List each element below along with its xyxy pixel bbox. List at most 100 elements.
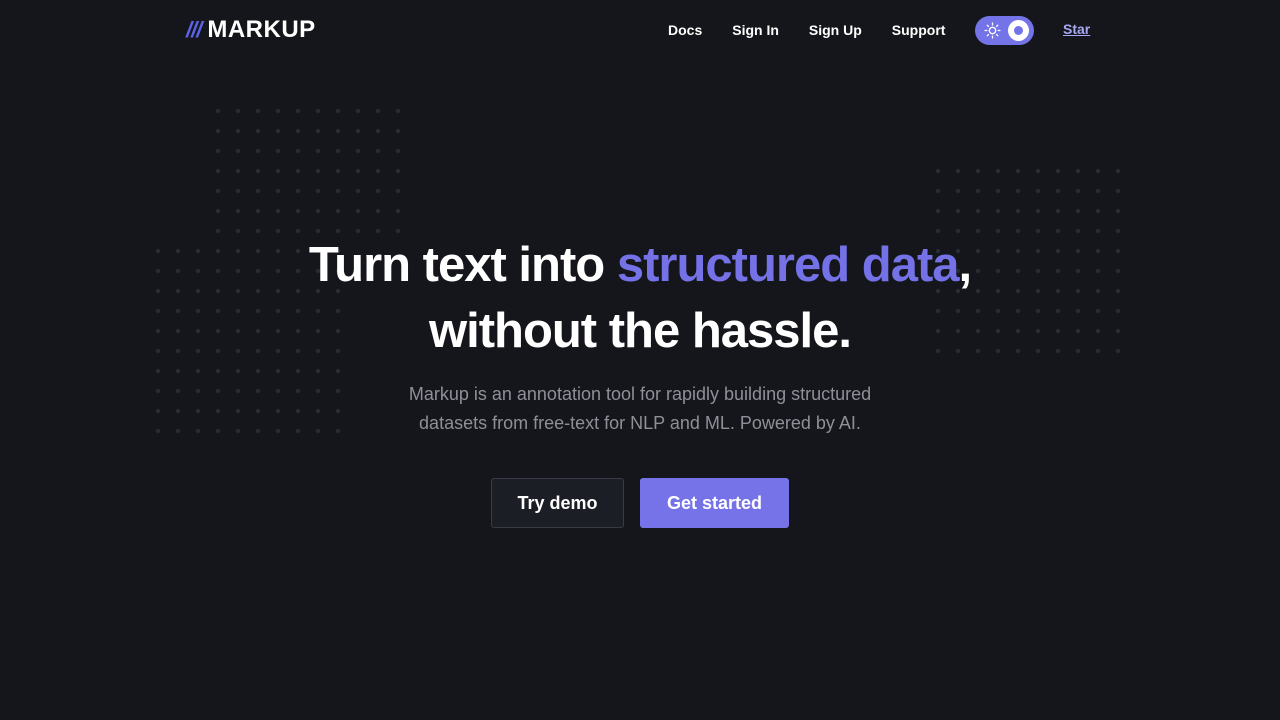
decoration-dot	[336, 129, 340, 133]
decoration-dot	[936, 169, 940, 173]
decoration-dot	[296, 429, 300, 433]
get-started-button[interactable]: Get started	[640, 478, 789, 528]
decoration-dot	[196, 409, 200, 413]
decoration-dot	[236, 109, 240, 113]
decoration-dot	[236, 369, 240, 373]
logo-text: MARKUP	[207, 16, 316, 43]
decoration-dot	[276, 189, 280, 193]
decoration-dot	[296, 369, 300, 373]
star-link[interactable]: Star	[1063, 21, 1090, 37]
decoration-dot	[316, 389, 320, 393]
decoration-dot	[1036, 209, 1040, 213]
decoration-dot	[1016, 209, 1020, 213]
decoration-dot	[976, 209, 980, 213]
hero-title-line2: without the hassle.	[428, 304, 852, 358]
decoration-dot	[216, 189, 220, 193]
decoration-dot	[1076, 209, 1080, 213]
decoration-dot	[316, 369, 320, 373]
decoration-dot	[396, 129, 400, 133]
decoration-dot	[356, 129, 360, 133]
decoration-dot	[256, 169, 260, 173]
decoration-dot	[196, 389, 200, 393]
decoration-dot	[276, 169, 280, 173]
decoration-dot	[256, 149, 260, 153]
decoration-dot	[336, 189, 340, 193]
nav-link-docs[interactable]: Docs	[668, 22, 702, 38]
decoration-dot	[336, 169, 340, 173]
decoration-dot	[216, 129, 220, 133]
decoration-dot	[256, 189, 260, 193]
decoration-dot	[1116, 209, 1120, 213]
decoration-dot	[216, 149, 220, 153]
toggle-knob	[1008, 20, 1029, 41]
try-demo-button[interactable]: Try demo	[491, 478, 624, 528]
toggle-knob-dot	[1014, 26, 1023, 35]
decoration-dot	[356, 169, 360, 173]
decoration-dot	[176, 389, 180, 393]
decoration-dot	[336, 429, 340, 433]
decoration-dot	[276, 109, 280, 113]
site-header: /// MARKUP Docs Sign In Sign Up Support	[0, 0, 1280, 60]
decoration-dot	[376, 149, 380, 153]
decoration-dot	[196, 369, 200, 373]
decoration-dot	[336, 369, 340, 373]
decoration-dot	[396, 209, 400, 213]
decoration-dot	[276, 369, 280, 373]
markup-logo[interactable]: /// MARKUP	[186, 16, 316, 44]
decoration-dot	[1036, 169, 1040, 173]
decoration-dot	[1016, 189, 1020, 193]
decoration-dot	[276, 209, 280, 213]
decoration-dot	[356, 209, 360, 213]
decoration-dot	[376, 169, 380, 173]
decoration-dot	[216, 169, 220, 173]
decoration-dot	[316, 209, 320, 213]
decoration-dot	[956, 209, 960, 213]
decoration-dot	[296, 169, 300, 173]
decoration-dot	[976, 189, 980, 193]
decoration-dot	[936, 189, 940, 193]
decoration-dot	[956, 169, 960, 173]
decoration-dot	[256, 389, 260, 393]
decoration-dot	[236, 409, 240, 413]
decoration-dot	[1076, 189, 1080, 193]
decoration-dot	[276, 389, 280, 393]
decoration-dot	[176, 429, 180, 433]
decoration-dot	[996, 169, 1000, 173]
decoration-dot	[276, 129, 280, 133]
decoration-dot	[256, 209, 260, 213]
decoration-dot	[1056, 209, 1060, 213]
decoration-dot	[216, 389, 220, 393]
decoration-dot	[176, 409, 180, 413]
decoration-dot	[196, 429, 200, 433]
decoration-dot	[256, 369, 260, 373]
decoration-dot	[316, 169, 320, 173]
decoration-dot	[236, 169, 240, 173]
decoration-dot	[316, 109, 320, 113]
decoration-dot	[336, 389, 340, 393]
decoration-dot	[216, 409, 220, 413]
hero-subtitle: Markup is an annotation tool for rapidly…	[390, 380, 890, 438]
decoration-dot	[376, 109, 380, 113]
hero-subtitle-line2: datasets from free-text for NLP and ML. …	[419, 413, 861, 433]
decoration-dot	[296, 149, 300, 153]
decoration-dot	[396, 149, 400, 153]
decoration-dot	[276, 429, 280, 433]
decoration-dot	[1036, 189, 1040, 193]
decoration-dot	[296, 129, 300, 133]
nav-link-sign-up[interactable]: Sign Up	[809, 22, 862, 38]
decoration-dot	[216, 109, 220, 113]
decoration-dot	[236, 429, 240, 433]
decoration-dot	[1096, 189, 1100, 193]
theme-toggle[interactable]	[975, 16, 1034, 45]
decoration-dot	[1076, 169, 1080, 173]
landing-page: /// MARKUP Docs Sign In Sign Up Support	[0, 0, 1280, 720]
decoration-dot	[256, 129, 260, 133]
nav-link-support[interactable]: Support	[892, 22, 946, 38]
hero-title-accent: structured data	[616, 238, 960, 292]
decoration-dot	[276, 149, 280, 153]
decoration-dot	[336, 109, 340, 113]
nav-link-sign-in[interactable]: Sign In	[732, 22, 779, 38]
decoration-dot	[1016, 169, 1020, 173]
decoration-dot	[936, 209, 940, 213]
decoration-dot	[276, 409, 280, 413]
